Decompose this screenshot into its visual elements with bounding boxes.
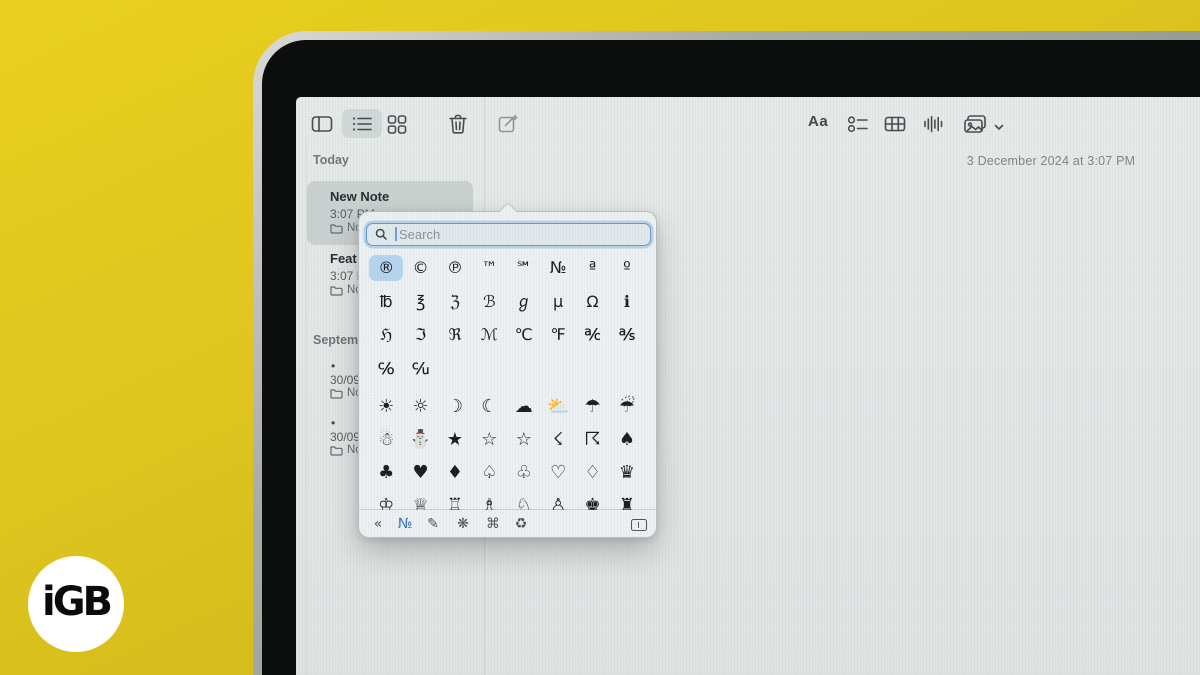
char-cell[interactable]: ♜ (610, 493, 644, 510)
expand-character-viewer-icon[interactable] (631, 519, 647, 531)
char-cell[interactable]: Ω (575, 289, 609, 315)
folder-icon (330, 285, 343, 296)
search-input[interactable] (399, 224, 644, 244)
char-cell[interactable]: ♧ (507, 460, 541, 486)
char-cell[interactable]: ♕ (403, 493, 437, 510)
macbook-screen: Aa 3 December 2024 at 3:07 PM Today New … (296, 97, 1200, 675)
search-icon (375, 228, 388, 241)
sidebar-toggle-icon[interactable] (309, 111, 335, 137)
char-cell[interactable]: ♔ (369, 493, 403, 510)
technical-symbols-icon[interactable]: ⌘ (483, 510, 503, 539)
char-cell[interactable]: ℠ (507, 255, 541, 281)
collapse-chevrons-icon[interactable]: « (368, 510, 388, 539)
char-cell[interactable]: ♢ (575, 460, 609, 486)
char-cell[interactable]: ☾ (472, 394, 506, 420)
char-cell[interactable]: ♗ (472, 493, 506, 510)
char-cell[interactable]: ℗ (438, 255, 472, 281)
char-cell[interactable]: ℌ (369, 322, 403, 348)
folder-icon (330, 445, 343, 456)
char-cell[interactable]: ♛ (610, 460, 644, 486)
char-cell[interactable]: µ (541, 289, 575, 315)
pictographs-icon[interactable]: ♻ (511, 510, 531, 539)
char-cell[interactable]: ℜ (438, 322, 472, 348)
char-cell[interactable]: № (541, 255, 575, 281)
search-field[interactable] (366, 223, 651, 246)
char-cell[interactable]: ℆ (403, 356, 437, 382)
char-cell[interactable]: ☼ (403, 394, 437, 420)
char-cell[interactable]: ☔ (610, 394, 644, 420)
char-cell[interactable]: ℹ (610, 289, 644, 315)
note-time: 30/09 (330, 430, 360, 444)
popup-arrow (498, 202, 518, 222)
note-title[interactable]: • (331, 416, 335, 430)
char-cell[interactable]: ☃ (369, 427, 403, 453)
char-cell[interactable]: ♖ (438, 493, 472, 510)
char-cell[interactable]: ♥ (403, 460, 437, 486)
character-picker-popup: ®©℗™℠№ªº ℔℥ℨℬℊµΩℹ ℌℑℜℳ℃℉℀℁ ℅℆ ☀☼☽☾☁⛅☂☔ ☃… (358, 211, 657, 538)
audio-waveform-icon[interactable] (920, 111, 946, 137)
folder-icon (330, 223, 343, 234)
section-header-today: Today (313, 153, 349, 167)
char-cell[interactable]: ⛄ (403, 427, 437, 453)
char-cell[interactable]: ☆ (507, 427, 541, 453)
stars-bullets-icon[interactable]: ❋ (453, 510, 473, 539)
char-cell[interactable]: © (403, 255, 437, 281)
char-cell[interactable]: ☽ (438, 394, 472, 420)
char-cell[interactable]: ♦ (438, 460, 472, 486)
char-cell[interactable]: ℉ (541, 322, 575, 348)
char-cell[interactable]: ℳ (472, 322, 506, 348)
folder-icon (330, 388, 343, 399)
text-caret (395, 227, 397, 241)
handwriting-pencil-icon[interactable]: ✎ (423, 510, 443, 539)
media-picker-icon[interactable] (962, 111, 988, 137)
character-grid: ®©℗™℠№ªº ℔℥ℨℬℊµΩℹ ℌℑℜℳ℃℉℀℁ ℅℆ ☀☼☽☾☁⛅☂☔ ☃… (369, 252, 648, 510)
table-icon[interactable] (882, 111, 908, 137)
char-cell[interactable]: ☆ (472, 427, 506, 453)
note-date-line: 3 December 2024 at 3:07 PM (896, 154, 1200, 168)
compose-icon[interactable] (495, 111, 521, 137)
char-cell[interactable]: ® (369, 255, 403, 281)
char-cell[interactable]: ☁ (507, 394, 541, 420)
char-cell[interactable]: ☈ (575, 427, 609, 453)
note-time: 30/09 (330, 373, 360, 387)
note-title[interactable]: • (331, 359, 335, 373)
char-cell[interactable]: ♚ (575, 493, 609, 510)
char-cell[interactable]: ☇ (541, 427, 575, 453)
picker-footer: « № ✎ ❋ ⌘ ♻ (359, 509, 656, 538)
list-view-icon[interactable] (349, 111, 375, 137)
char-cell[interactable]: ♙ (541, 493, 575, 510)
char-cell[interactable]: ™ (472, 255, 506, 281)
note-title[interactable]: Feat (330, 251, 357, 266)
char-cell[interactable]: ℊ (507, 289, 541, 315)
char-cell[interactable]: ℬ (472, 289, 506, 315)
igb-logo: iGB (28, 556, 124, 652)
char-cell[interactable]: ℃ (507, 322, 541, 348)
char-cell[interactable]: ℨ (438, 289, 472, 315)
char-cell[interactable]: ♠ (610, 427, 644, 453)
checklist-icon[interactable] (845, 111, 871, 137)
char-cell[interactable]: ⛅ (541, 394, 575, 420)
gallery-view-icon[interactable] (384, 111, 410, 137)
char-cell[interactable]: ℁ (610, 322, 644, 348)
char-cell[interactable]: ℀ (575, 322, 609, 348)
char-cell[interactable]: ♘ (507, 493, 541, 510)
char-cell[interactable]: ☀ (369, 394, 403, 420)
char-cell[interactable]: ℔ (369, 289, 403, 315)
char-cell[interactable]: ª (575, 255, 609, 281)
letterlike-symbols-tab-icon[interactable]: № (395, 510, 415, 539)
char-cell[interactable]: ℑ (403, 322, 437, 348)
char-cell[interactable]: ♤ (472, 460, 506, 486)
char-cell[interactable]: ℥ (403, 289, 437, 315)
char-cell[interactable]: ♣ (369, 460, 403, 486)
char-cell[interactable]: ℅ (369, 356, 403, 382)
note-title[interactable]: New Note (330, 189, 389, 204)
igb-logo-text: iGB (42, 579, 110, 629)
format-button[interactable]: Aa (808, 113, 828, 130)
char-cell[interactable]: ♡ (541, 460, 575, 486)
char-cell[interactable]: º (610, 255, 644, 281)
char-cell[interactable]: ☂ (575, 394, 609, 420)
char-cell[interactable]: ★ (438, 427, 472, 453)
trash-icon[interactable] (445, 111, 471, 137)
chevron-down-icon[interactable] (986, 114, 1012, 140)
